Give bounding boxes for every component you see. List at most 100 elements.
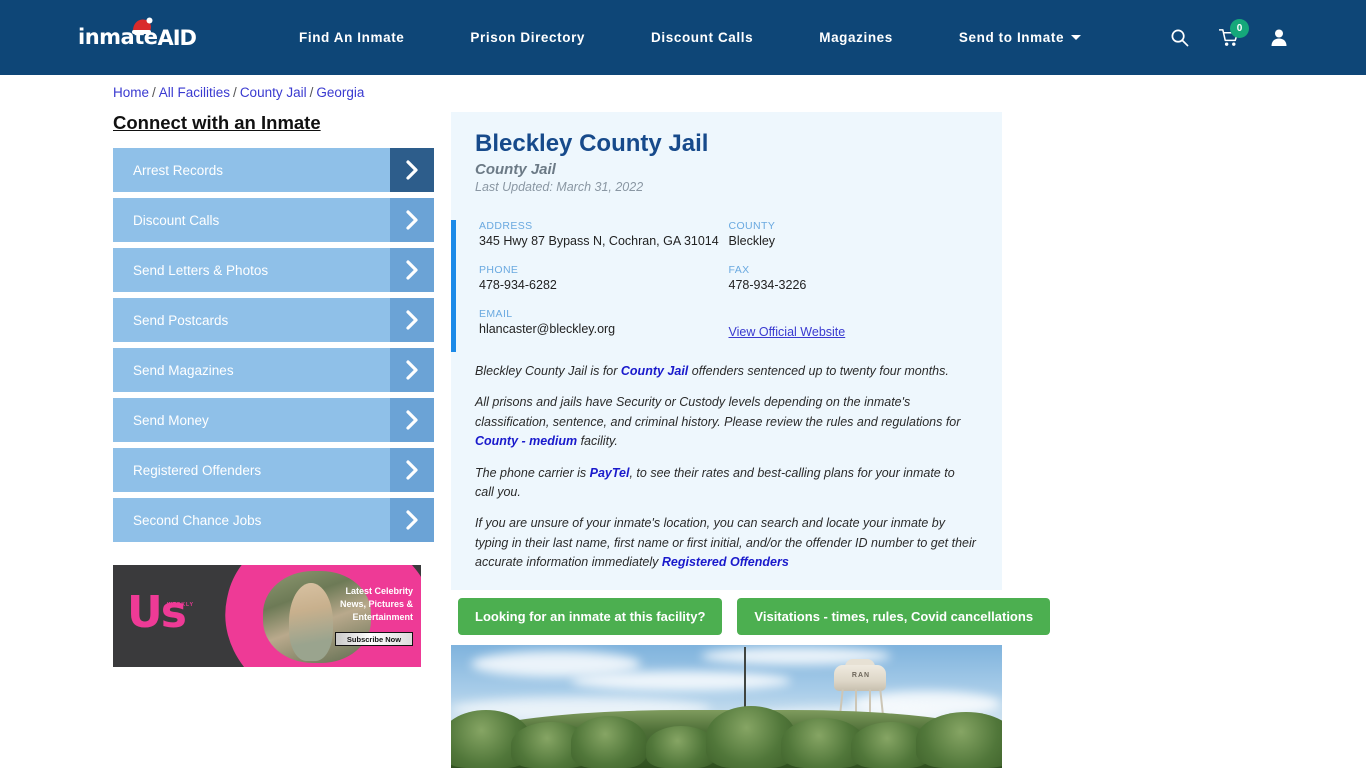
sidebar-item-registered-offenders[interactable]: Registered Offenders (113, 448, 434, 492)
cloud (571, 671, 791, 691)
chevron-right-icon (390, 148, 434, 192)
nav-dropdown-label: Send to Inmate (958, 30, 1065, 45)
site-logo[interactable]: inmate AID (78, 17, 197, 55)
breadcrumb-separator: / (233, 85, 237, 100)
breadcrumb-separator: / (309, 85, 314, 100)
phone-value: 478-934-6282 (479, 278, 557, 292)
sidebar-item-second-chance-jobs[interactable]: Second Chance Jobs (113, 498, 434, 542)
tree (916, 712, 1002, 768)
chevron-down-icon (1071, 35, 1082, 40)
search-button[interactable] (1170, 28, 1189, 47)
description-paragraph-4: If you are unsure of your inmate's locat… (475, 514, 976, 572)
nav-item-discount-calls[interactable]: Discount Calls (618, 30, 786, 45)
ad-brand-logo: Us (127, 587, 187, 638)
chevron-right-icon (390, 398, 434, 442)
sidebar-item-send-money[interactable]: Send Money (113, 398, 434, 442)
chevron-right-icon (390, 248, 434, 292)
sidebar-item-label: Send Magazines (133, 362, 234, 378)
cart-count-badge: 0 (1230, 19, 1249, 38)
tree (571, 716, 647, 768)
inmate-search-button[interactable]: Looking for an inmate at this facility? (458, 598, 723, 635)
water-tower-label: RAN (851, 672, 871, 679)
desc-p2-text-a: All prisons and jails have Security or C… (475, 395, 961, 429)
email-value: hlancaster@bleckley.org (479, 322, 616, 336)
facility-header: Bleckley County Jail County Jail Last Up… (451, 112, 1002, 194)
description-paragraph-3: The phone carrier is PayTel, to see thei… (475, 464, 976, 503)
nav-item-send-to-inmate[interactable]: Send to Inmate (926, 30, 1095, 45)
breadcrumb-separator: / (152, 85, 156, 100)
facility-description: Bleckley County Jail is for County Jail … (451, 352, 1002, 572)
accent-bar (451, 220, 456, 352)
sidebar-item-send-postcards[interactable]: Send Postcards (113, 298, 434, 342)
official-website-link[interactable]: View Official Website (729, 325, 979, 339)
description-paragraph-1: Bleckley County Jail is for County Jail … (475, 362, 976, 381)
main-nav: Find An Inmate Prison Directory Discount… (266, 30, 1095, 45)
fax-label: FAX (728, 264, 750, 276)
search-icon (1171, 29, 1189, 47)
chevron-right-icon (390, 448, 434, 492)
facility-type: County Jail (475, 161, 556, 178)
description-paragraph-2: All prisons and jails have Security or C… (475, 393, 976, 451)
sidebar-item-label: Registered Offenders (133, 462, 262, 478)
contact-column-right: COUNTY Bleckley FAX 478-934-3226 View Of… (729, 220, 979, 352)
desc-p2-text-b: facility. (577, 434, 618, 449)
chevron-right-icon (390, 198, 434, 242)
sidebar-item-label: Discount Calls (133, 212, 220, 228)
sidebar-item-label: Send Postcards (133, 312, 229, 328)
sidebar-item-label: Second Chance Jobs (133, 512, 262, 528)
breadcrumb-item-home[interactable]: Home (113, 85, 149, 100)
visitations-button[interactable]: Visitations - times, rules, Covid cancel… (737, 598, 1051, 635)
contact-details: ADDRESS 345 Hwy 87 Bypass N, Cochran, GA… (451, 220, 978, 352)
sidebar-item-send-letters-photos[interactable]: Send Letters & Photos (113, 248, 434, 292)
last-updated-text: Last Updated: March 31, 2022 (475, 180, 644, 194)
chevron-right-icon (390, 348, 434, 392)
advertisement-banner[interactable]: Us WEEKLY Latest Celebrity News, Picture… (113, 565, 421, 667)
county-value: Bleckley (728, 234, 776, 248)
logo-text-accent: AID (157, 25, 196, 50)
nav-item-magazines[interactable]: Magazines (786, 30, 926, 45)
logo-text: inmate (78, 25, 158, 49)
fax-value: 478-934-3226 (728, 278, 807, 292)
county-label: COUNTY (728, 220, 776, 232)
desc-p3-text-a: The phone carrier is (475, 465, 590, 480)
link-county-jail[interactable]: County Jail (621, 364, 688, 378)
user-icon (1271, 29, 1287, 46)
chevron-right-icon (390, 298, 434, 342)
ad-brand-sub: WEEKLY (167, 602, 194, 608)
header-icon-group: 0 (1170, 19, 1288, 47)
breadcrumb-item-county-jail[interactable]: County Jail (240, 85, 307, 100)
link-county-medium[interactable]: County - medium (475, 434, 577, 448)
ad-subscribe-button[interactable]: Subscribe Now (335, 632, 413, 646)
desc-p1-text-a: Bleckley County Jail is for (475, 364, 621, 378)
sidebar-item-label: Arrest Records (133, 162, 224, 178)
cta-button-group: Looking for an inmate at this facility? … (458, 598, 1051, 635)
breadcrumb-item-all-facilities[interactable]: All Facilities (159, 85, 230, 100)
email-label: EMAIL (479, 308, 513, 320)
nav-item-prison-directory[interactable]: Prison Directory (437, 30, 618, 45)
link-paytel[interactable]: PayTel (590, 466, 630, 480)
link-registered-offenders[interactable]: Registered Offenders (662, 555, 789, 569)
account-button[interactable] (1270, 28, 1288, 47)
nav-item-find-an-inmate[interactable]: Find An Inmate (266, 30, 437, 45)
site-header: inmate AID Find An Inmate Prison Director… (0, 0, 1366, 75)
sidebar-item-send-magazines[interactable]: Send Magazines (113, 348, 434, 392)
breadcrumb: Home / All Facilities / County Jail / Georgia (113, 85, 364, 100)
sidebar-item-label: Send Letters & Photos (133, 262, 269, 278)
sidebar-item-label: Send Money (133, 412, 209, 428)
ad-copy-text: Latest Celebrity News, Pictures & Entert… (339, 586, 413, 623)
sidebar-item-discount-calls[interactable]: Discount Calls (113, 198, 434, 242)
phone-label: PHONE (479, 264, 519, 276)
contact-column-left: ADDRESS 345 Hwy 87 Bypass N, Cochran, GA… (479, 220, 729, 352)
sidebar-item-arrest-records[interactable]: Arrest Records (113, 148, 434, 192)
desc-p1-text-b: offenders sentenced up to twenty four mo… (688, 364, 949, 378)
facility-photo: RAN (451, 645, 1002, 768)
page-title: Bleckley County Jail (475, 130, 709, 157)
facility-info-panel: Bleckley County Jail County Jail Last Up… (451, 112, 1002, 590)
cart-button[interactable]: 0 (1219, 19, 1249, 47)
address-value: 345 Hwy 87 Bypass N, Cochran, GA 31014 (479, 234, 719, 248)
address-label: ADDRESS (479, 220, 533, 232)
sidebar-title: Connect with an Inmate (113, 112, 321, 133)
breadcrumb-item-georgia[interactable]: Georgia (316, 85, 364, 100)
sidebar: Connect with an Inmate Arrest Records Di… (113, 112, 434, 548)
